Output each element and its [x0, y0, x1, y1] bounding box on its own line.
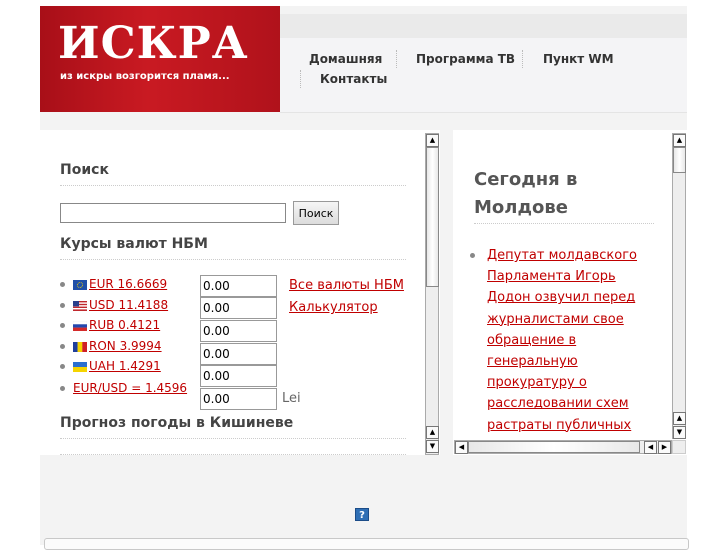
bullet: [60, 323, 65, 328]
ro-flag-icon: [73, 342, 87, 352]
search-button[interactable]: Поиск: [293, 201, 339, 225]
nav-item-home[interactable]: Домашняя: [309, 52, 382, 66]
converter-input-ron[interactable]: [200, 343, 277, 365]
divider: [60, 438, 406, 439]
nav-separator: [396, 50, 397, 68]
logo-tagline: из искры возгорится пламя...: [60, 71, 230, 82]
rates-title: Курсы валют НБМ: [60, 236, 208, 252]
nav-separator: [300, 70, 301, 88]
news-title: Сегодня в Молдове: [474, 169, 578, 218]
ua-flag-icon: [73, 362, 87, 372]
currency-unit-label: Lei: [282, 391, 301, 406]
scroll-thumb[interactable]: [673, 147, 686, 173]
rate-link-ron[interactable]: RON 3.9994: [89, 339, 162, 353]
search-title: Поиск: [60, 162, 109, 178]
bullet: [60, 344, 65, 349]
news-item-link[interactable]: Депутат молдавского Парламента Игорь Дод…: [487, 245, 655, 437]
bullet: [470, 253, 475, 258]
scroll-corner: [672, 440, 686, 454]
scroll-left-icon[interactable]: ◀: [455, 441, 468, 454]
rate-link-rub[interactable]: RUB 0.4121: [89, 318, 160, 332]
scroll-right-icon[interactable]: ▶: [658, 441, 671, 454]
news-panel-hscrollbar[interactable]: ◀ ◀ ▶: [454, 440, 672, 454]
help-icon[interactable]: ?: [355, 508, 369, 521]
bullet: [60, 282, 65, 287]
nav-item-tv-program[interactable]: Программа ТВ: [416, 52, 515, 66]
bullet: [60, 303, 65, 308]
site-logo[interactable]: ИСКРА из искры возгорится пламя...: [40, 6, 280, 112]
scroll-up-icon[interactable]: ▲: [673, 134, 686, 147]
footer-bar: [44, 538, 689, 550]
rate-link-uah[interactable]: UAH 1.4291: [89, 359, 161, 373]
scroll-up-icon[interactable]: ▲: [426, 134, 439, 147]
bullet: [60, 364, 65, 369]
nav-item-wm-point[interactable]: Пункт WM: [543, 52, 614, 66]
news-panel-scrollbar[interactable]: ▲ ▲ ▼: [672, 133, 686, 439]
scroll-down-icon[interactable]: ▼: [673, 426, 686, 439]
divider: [60, 259, 406, 260]
scroll-down-icon[interactable]: ▼: [426, 440, 439, 453]
converter-input-lei[interactable]: [200, 388, 277, 410]
scroll-left-icon[interactable]: ◀: [644, 441, 657, 454]
rate-link-usd[interactable]: USD 11.4188: [89, 298, 168, 312]
ru-flag-icon: [73, 321, 87, 331]
nav-separator: [522, 50, 523, 68]
calculator-link[interactable]: Калькулятор: [289, 300, 378, 315]
search-input[interactable]: [60, 203, 286, 223]
scroll-thumb[interactable]: [426, 147, 439, 287]
rate-link-eur-usd[interactable]: EUR/USD = 1.4596: [73, 381, 187, 395]
converter-input-eur[interactable]: [200, 275, 277, 297]
divider: [60, 185, 406, 186]
scroll-thumb[interactable]: [468, 441, 640, 453]
us-flag-icon: [73, 301, 87, 311]
left-panel-scrollbar[interactable]: ▲ ▲ ▼: [425, 133, 439, 455]
logo-title: ИСКРА: [58, 18, 249, 69]
all-rates-link[interactable]: Все валюты НБМ: [289, 278, 404, 293]
converter-input-usd[interactable]: [200, 297, 277, 319]
divider: [60, 454, 406, 455]
nav-item-contacts[interactable]: Контакты: [320, 72, 387, 86]
converter-input-rub[interactable]: [200, 320, 277, 342]
bullet: [60, 386, 65, 391]
header-top-strip: [280, 14, 687, 38]
weather-title: Прогноз погоды в Кишиневе: [60, 415, 294, 431]
rate-link-eur[interactable]: EUR 16.6669: [89, 277, 167, 291]
scroll-up-icon[interactable]: ▲: [426, 426, 439, 439]
scroll-up-icon[interactable]: ▲: [673, 412, 686, 425]
converter-input-uah[interactable]: [200, 365, 277, 387]
divider: [474, 223, 654, 224]
eu-flag-icon: [73, 280, 87, 290]
